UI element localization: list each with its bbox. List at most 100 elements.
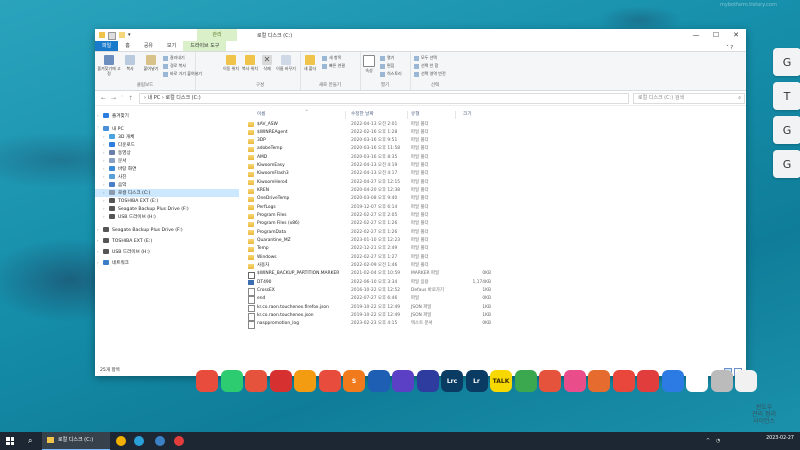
browser-app-icon[interactable] [174, 436, 184, 446]
dock-app-icon[interactable]: TALK [490, 370, 512, 392]
rename-button[interactable]: 이름 바꾸기 [276, 55, 296, 71]
invert-selection-button[interactable]: 선택 영역 반전 [414, 71, 446, 77]
search-input[interactable]: 로컬 디스크 (C:) 검색 ⌕ [633, 93, 745, 104]
nav-item[interactable]: › 사진 [95, 173, 126, 181]
taskbar-file-explorer[interactable]: 로컬 디스크 (C:) [42, 432, 110, 450]
context-tab-manage[interactable]: 관리 [197, 29, 237, 41]
copy-to-button[interactable]: 복사 위치 [241, 55, 259, 71]
dock-app-icon[interactable] [514, 370, 537, 392]
edit-button[interactable]: 편집 [380, 63, 394, 69]
file-row[interactable]: KiwoomHero4 2022-04-27 오후 12:15 파일 폴더 [245, 179, 505, 187]
chrome-icon[interactable] [116, 436, 126, 446]
file-row[interactable]: OneDriveTemp 2020-03-08 오후 9:40 파일 폴더 [245, 195, 505, 203]
widget-card[interactable]: G [773, 48, 800, 76]
dock-app-icon[interactable] [661, 370, 684, 392]
nav-item[interactable]: › 바탕 화면 [95, 165, 136, 173]
new-folder-button[interactable]: 새 폴더 [303, 55, 317, 71]
tab-home[interactable]: 홈 [118, 41, 137, 51]
explorer-app-icon[interactable] [155, 436, 165, 446]
new-folder-icon[interactable] [119, 32, 125, 38]
nav-item[interactable]: › TOSHIBA EXT (E:) [95, 237, 152, 245]
file-row[interactable]: 사용자 2022-02-09 오전 1:46 파일 폴더 [245, 262, 505, 270]
file-row[interactable]: Program Files 2022-02-27 오후 2:05 파일 폴더 [245, 212, 505, 220]
chevron-down-icon[interactable]: ▾ [128, 32, 132, 38]
windows-start-icon[interactable] [6, 437, 14, 445]
file-row[interactable]: KREN 2020-04-20 오후 12:38 파일 폴더 [245, 187, 505, 195]
easy-access-button[interactable]: 빠른 연결 [322, 63, 345, 69]
nav-item[interactable]: › 3D 개체 [95, 133, 134, 141]
column-divider[interactable] [455, 111, 456, 119]
column-header-date[interactable]: 수정한 날짜 [351, 111, 374, 119]
tab-file[interactable]: 파일 [95, 41, 119, 51]
file-row[interactable]: CrossEX 2016-10-22 오후 12:52 Defaus 바로가기 1KB [245, 287, 505, 296]
nav-item[interactable]: › 동영상 [95, 149, 131, 157]
dock-app-icon[interactable] [318, 370, 341, 392]
nav-item[interactable]: ˅ 내 PC [95, 125, 124, 133]
nav-item[interactable]: › 다운로드 [95, 141, 135, 149]
file-row[interactable]: adobeTemp 2020-03-16 오후 11:58 파일 폴더 [245, 145, 505, 153]
file-row[interactable]: $WINREAgent 2022-02-16 오후 1:28 파일 폴더 [245, 129, 505, 137]
column-header-name[interactable]: 이름 [257, 111, 265, 119]
select-none-button[interactable]: 선택 안 함 [414, 63, 438, 69]
nav-item[interactable]: › Seagate Backup Plus Drive (F:) [95, 226, 183, 234]
dock-app-icon[interactable] [245, 370, 267, 392]
folder-icon[interactable] [99, 32, 105, 38]
file-row[interactable]: end 2022-07-27 오후 6:46 파일 0KB [245, 295, 505, 304]
network-icon[interactable]: ◔ [716, 438, 720, 444]
select-all-button[interactable]: 모두 선택 [414, 55, 437, 61]
file-row[interactable]: Temp 2022-12-21 오후 2:49 파일 폴더 [245, 245, 505, 253]
chevron-down-icon[interactable]: ˅ [121, 95, 123, 102]
dock-app-icon[interactable] [392, 370, 414, 392]
dock-app-icon[interactable] [416, 370, 439, 392]
search-icon[interactable]: ⌕ [28, 436, 32, 446]
file-row[interactable]: $WINRE_BACKUP_PARTITION.MARKER 2021-02-04… [245, 270, 505, 279]
file-row[interactable]: ProgramData 2022-02-27 오후 1:26 파일 폴더 [245, 229, 505, 237]
properties-button[interactable]: 속성 [362, 55, 376, 73]
file-row[interactable]: Windows 2022-02-27 오후 1:27 파일 폴더 [245, 254, 505, 262]
file-row[interactable]: KiwoomEasy 2022-04-13 오전 4:19 파일 폴더 [245, 162, 505, 170]
column-divider[interactable] [345, 111, 346, 119]
dock-app-icon[interactable] [563, 370, 586, 392]
column-header-size[interactable]: 크기 [463, 111, 471, 119]
file-row[interactable]: KiwoomFlash3 2022-04-13 오전 4:17 파일 폴더 [245, 170, 505, 178]
tray-chevron-icon[interactable]: ^ [706, 438, 710, 444]
nav-item[interactable]: › 로컬 디스크 (C:) [95, 189, 239, 197]
up-arrow-icon[interactable]: ↑ [128, 95, 133, 102]
dock-app-icon[interactable] [588, 370, 610, 392]
tab-share[interactable]: 공유 [137, 41, 160, 51]
dock-app-icon[interactable]: Lr [465, 370, 488, 392]
properties-icon[interactable] [108, 32, 116, 40]
file-row[interactable]: 3DP 2020-03-16 오후 9:51 파일 폴더 [245, 137, 505, 145]
close-button[interactable]: ✕ [726, 29, 746, 41]
pin-quick-access-button[interactable]: 즐겨찾기에 고정 [97, 55, 121, 76]
file-row[interactable]: AMD 2020-03-16 오후 8:35 파일 폴더 [245, 154, 505, 162]
nav-item[interactable]: › 문서 [95, 157, 126, 165]
nav-item[interactable]: › USB 드라이브 (H:) [95, 213, 156, 221]
delete-button[interactable]: ✕ 삭제 [260, 55, 274, 71]
back-arrow-icon[interactable]: ← [101, 95, 106, 102]
dock-app-icon[interactable] [637, 370, 659, 392]
file-row[interactable]: Program Files (x86) 2022-02-27 오후 1:26 파일 … [245, 220, 505, 228]
history-button[interactable]: 히스토리 [380, 71, 402, 77]
widget-card[interactable]: G [773, 150, 800, 178]
column-divider[interactable] [407, 111, 408, 119]
dock-app-icon[interactable] [612, 370, 635, 392]
dock-app-icon[interactable] [196, 370, 218, 392]
file-row[interactable]: nasppromotion_log 2023-02-23 오후 4:15 텍스트 문… [245, 320, 505, 329]
nav-item[interactable]: › USB 드라이브 (H:) [95, 248, 150, 256]
minimize-button[interactable]: — [686, 29, 706, 41]
dock-app-icon[interactable]: Lrc [441, 370, 463, 392]
dock-app-icon[interactable] [686, 370, 708, 392]
nav-item[interactable]: › 네트워크 [95, 259, 129, 267]
widget-card[interactable]: G [773, 116, 800, 144]
dock-app-icon[interactable] [367, 370, 390, 392]
nav-item[interactable]: › TOSHIBA EXT (E:) [95, 197, 158, 205]
dock-app-icon[interactable] [294, 370, 316, 392]
dock-app-icon[interactable] [539, 370, 561, 392]
file-row[interactable]: DT490 2022-06-10 오후 3:34 파일 응용 1,174KB [245, 279, 505, 287]
paste-shortcut-button[interactable]: 바로 가기 붙여넣기 [163, 71, 202, 77]
dock-app-icon[interactable] [269, 370, 292, 392]
tab-view[interactable]: 보기 [160, 41, 183, 51]
nav-item[interactable]: › 음악 [95, 181, 126, 189]
open-button[interactable]: 열기 [380, 55, 394, 61]
